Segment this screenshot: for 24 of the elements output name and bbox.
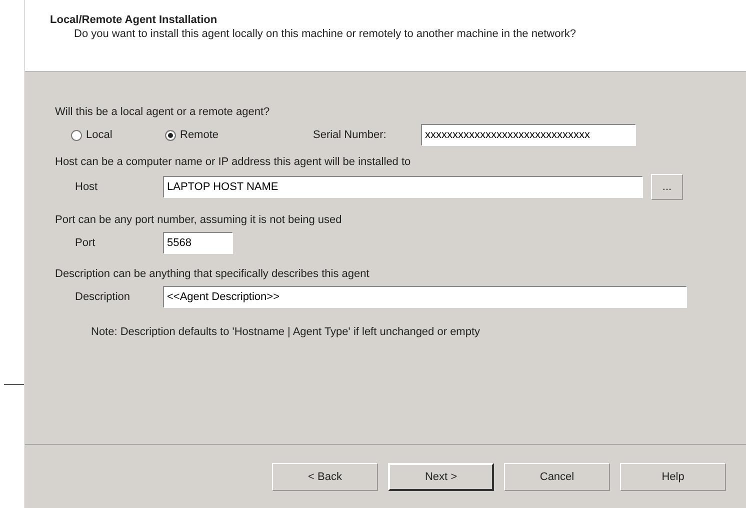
description-label: Description bbox=[74, 291, 132, 303]
note-text: Note: Description defaults to 'Hostname | Agent Type' if left unchanged or empty bbox=[91, 326, 482, 338]
port-hint: Port can be any port number, assuming it is not being used bbox=[55, 214, 343, 226]
radio-icon[interactable] bbox=[71, 130, 82, 140]
dialog-subtitle: Do you want to install this agent locally on this machine or remotely to another machine in the network? bbox=[74, 28, 577, 40]
host-hint: Host can be a computer name or IP address this agent will be installed to bbox=[55, 156, 412, 168]
host-label: Host bbox=[74, 181, 99, 193]
browse-button[interactable]: ... bbox=[651, 174, 683, 200]
question-text: Will this be a local agent or a remote agent? bbox=[55, 106, 271, 118]
wizard-button[interactable]: Help bbox=[620, 462, 726, 490]
description-field[interactable]: <<Agent Description>> bbox=[163, 286, 687, 308]
port-label: Port bbox=[74, 237, 96, 249]
wizard-button[interactable]: < Back bbox=[272, 462, 378, 490]
port-field[interactable]: 5568 bbox=[163, 232, 233, 254]
radio-option[interactable]: Local bbox=[71, 129, 141, 141]
serial-field[interactable]: xxxxxxxxxxxxxxxxxxxxxxxxxxxxxx bbox=[421, 124, 636, 146]
description-hint: Description can be anything that specifically describes this agent bbox=[55, 268, 370, 280]
host-field[interactable]: LAPTOP HOST NAME bbox=[163, 176, 643, 198]
radio-option[interactable]: Remote bbox=[165, 129, 235, 141]
wizard-button[interactable]: Cancel bbox=[504, 462, 610, 490]
wizard-button[interactable]: Next > bbox=[388, 462, 494, 490]
radio-icon[interactable] bbox=[165, 130, 176, 140]
serial-label: Serial Number: bbox=[313, 129, 388, 141]
dialog-title: Local/Remote Agent Installation bbox=[50, 14, 218, 26]
